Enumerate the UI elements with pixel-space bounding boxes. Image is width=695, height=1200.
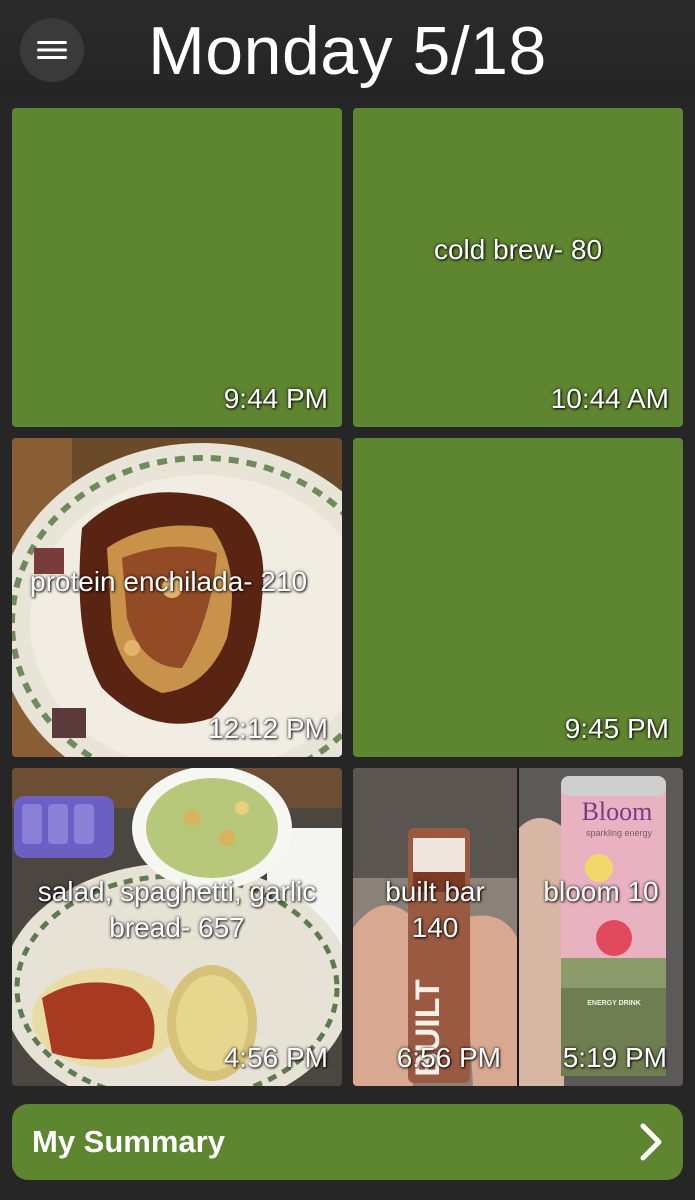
meal-time: 10:44 AM xyxy=(550,383,669,414)
app-header: Monday 5/18 xyxy=(0,0,695,100)
meal-tile[interactable]: protein enchilada- 210 12:12 PM xyxy=(12,438,342,757)
meal-time: 9:44 PM xyxy=(223,383,328,414)
meal-tile[interactable]: BUILT built bar 140 6:56 PM xyxy=(353,768,517,1086)
meal-tile[interactable]: salad, spaghetti, garlic bread- 657 4:56… xyxy=(12,768,342,1086)
bloom-can-photo: Bloom sparkling energy ENERGY DRINK xyxy=(519,768,683,1086)
bloom-drink-text: ENERGY DRINK xyxy=(587,1000,641,1007)
meal-caption: cold brew- 80 xyxy=(433,234,603,265)
meal-caption: salad, spaghetti, garlic bread- 657 xyxy=(37,876,317,943)
summary-label: My Summary xyxy=(32,1124,225,1159)
meal-time: 5:19 PM xyxy=(562,1042,667,1073)
meal-tile[interactable]: cold brew- 80 10:44 AM xyxy=(353,108,683,427)
meal-time: 4:56 PM xyxy=(223,1042,328,1073)
meal-caption: built bar 140 xyxy=(385,876,485,943)
meal-time: 12:12 PM xyxy=(208,713,328,744)
bloom-sub-text: sparkling energy xyxy=(586,828,653,838)
meal-tile[interactable]: Bloom sparkling energy ENERGY DRINK bloo… xyxy=(519,768,683,1086)
bloom-brand-text: Bloom xyxy=(582,797,653,826)
chevron-right-icon xyxy=(640,1123,662,1161)
meal-tile[interactable]: 9:45 PM xyxy=(353,438,683,757)
meal-caption: bloom 10 xyxy=(543,876,659,907)
meal-time: 6:56 PM xyxy=(396,1042,501,1073)
my-summary-button[interactable]: My Summary xyxy=(12,1104,683,1180)
meal-time: 9:45 PM xyxy=(564,713,669,744)
page-title: Monday 5/18 xyxy=(148,13,547,89)
meal-tile[interactable]: 9:44 PM xyxy=(12,108,342,427)
meal-caption: protein enchilada- 210 xyxy=(30,566,308,597)
